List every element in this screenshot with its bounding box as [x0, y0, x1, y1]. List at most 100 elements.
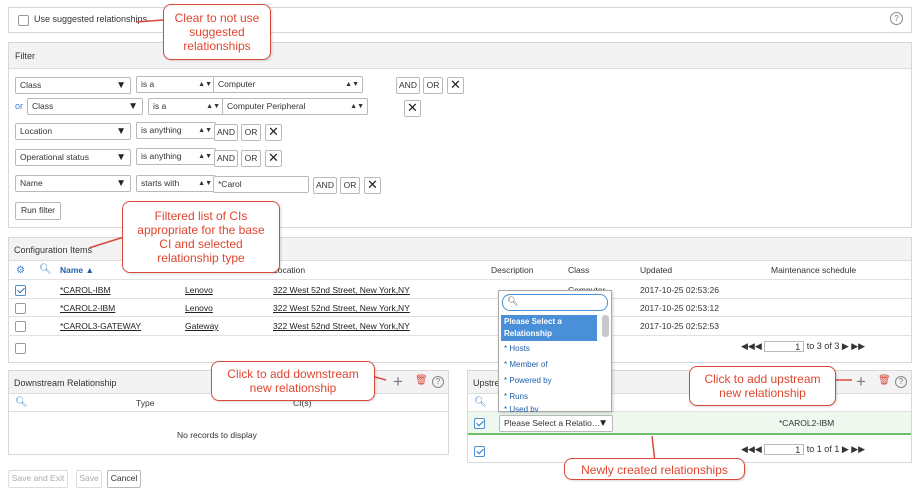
ci-row1-name[interactable]: *CAROL-IBM: [60, 285, 111, 295]
pager-text: to 1 of 1: [806, 444, 840, 454]
filter-row5-and-button[interactable]: AND: [313, 177, 337, 194]
field-text: Class: [20, 80, 42, 90]
divider: [9, 335, 911, 336]
upstream-relationship-select[interactable]: Please Select a Relatio… ▼: [499, 415, 613, 432]
filter-row1-operator[interactable]: is a ▲▼: [136, 76, 216, 93]
ci-row1-checkbox[interactable]: [15, 285, 26, 296]
select-text: Please Select a Relatio…: [504, 418, 601, 428]
downstream-title: Downstream Relationship: [14, 378, 117, 388]
filter-row4-and-button[interactable]: AND: [214, 150, 238, 167]
downstream-help-icon[interactable]: ?: [432, 376, 444, 388]
col-description[interactable]: Description: [491, 265, 534, 275]
gear-icon[interactable]: ⚙: [16, 265, 25, 276]
value-text: *Carol: [218, 179, 242, 189]
filter-row5-remove-icon[interactable]: ✕: [364, 177, 381, 194]
dropdown-search-input[interactable]: 🔍︎: [502, 294, 608, 311]
callout-clear-suggested: Clear to not use suggested relationships: [163, 4, 271, 60]
filter-row5-field[interactable]: Name ▼: [15, 175, 131, 192]
dropdown-item-runs[interactable]: * Runs: [501, 390, 597, 403]
ci-row2-updated: 2017-10-25 02:53:12: [640, 303, 719, 313]
ci-row3-updated: 2017-10-25 02:52:53: [640, 321, 719, 331]
ci-row3-manufacturer[interactable]: Gateway: [185, 321, 219, 331]
pager-first-prev-icon[interactable]: ◀◀◀: [741, 444, 762, 454]
dropdown-item-member-of[interactable]: * Member of: [501, 358, 597, 371]
filter-row3-remove-icon[interactable]: ✕: [265, 124, 282, 141]
ci-row3-checkbox[interactable]: [15, 321, 26, 332]
search-icon[interactable]: 🔍︎: [15, 397, 28, 408]
callout-add-downstream: Click to add downstream new relationship: [211, 361, 375, 401]
pager-page-input[interactable]: 1: [764, 444, 805, 456]
filter-row4-field[interactable]: Operational status ▼: [15, 149, 131, 166]
filter-row1-remove-icon[interactable]: ✕: [447, 77, 464, 94]
col-name[interactable]: Name ▲: [60, 265, 94, 275]
downstream-col-type[interactable]: Type: [136, 398, 154, 408]
filter-row1-field[interactable]: Class ▼: [15, 77, 131, 94]
dropdown-item-used-by[interactable]: * Used by: [501, 404, 597, 412]
filter-row2-field[interactable]: Class ▼: [27, 98, 143, 115]
filter-row5-operator[interactable]: starts with ▲▼: [136, 175, 216, 192]
filter-row5-or-button[interactable]: OR: [340, 177, 360, 194]
ci-row3-location[interactable]: 322 West 52nd Street, New York,NY: [273, 321, 410, 331]
ci-row1-location[interactable]: 322 West 52nd Street, New York,NY: [273, 285, 410, 295]
filter-row3-operator[interactable]: is anything ▲▼: [136, 122, 216, 139]
delete-downstream-trash-icon[interactable]: 🗑︎: [415, 375, 428, 386]
ci-row1-updated: 2017-10-25 02:53:26: [640, 285, 719, 295]
col-class[interactable]: Class: [568, 265, 589, 275]
col-updated[interactable]: Updated: [640, 265, 672, 275]
dropdown-item-hosts[interactable]: * Hosts: [501, 342, 597, 355]
filter-row4-or-button[interactable]: OR: [241, 150, 261, 167]
filter-row3-field[interactable]: Location ▼: [15, 123, 131, 140]
upstream-row-checkbox[interactable]: [474, 418, 485, 429]
dropdown-item-powered-by[interactable]: * Powered by: [501, 374, 597, 387]
add-upstream-plus-icon[interactable]: +: [856, 372, 866, 392]
relationship-dropdown[interactable]: 🔍︎ Please Select a Relationship * Hosts …: [498, 290, 612, 412]
dropdown-item-placeholder[interactable]: Please Select a Relationship: [501, 315, 597, 341]
filter-row2-operator[interactable]: is a ▲▼: [148, 98, 224, 115]
filter-row4-operator[interactable]: is anything ▲▼: [136, 148, 216, 165]
chevron-down-icon: ▼: [116, 152, 126, 163]
field-text: Class: [32, 101, 54, 111]
ci-row2-name[interactable]: *CAROL2-IBM: [60, 303, 115, 313]
search-icon[interactable]: 🔍︎: [39, 264, 52, 275]
delete-upstream-trash-icon[interactable]: 🗑︎: [878, 375, 891, 386]
filter-row5-value-input[interactable]: *Carol: [213, 176, 309, 193]
spinner-icon: ▲▼: [198, 153, 212, 160]
col-maintenance[interactable]: Maintenance schedule: [771, 265, 856, 275]
help-icon[interactable]: ?: [890, 12, 903, 25]
spinner-icon: ▲▼: [345, 81, 359, 88]
save-and-exit-button[interactable]: Save and Exit: [8, 470, 68, 488]
pager-next-last-icon[interactable]: ▶ ▶▶: [842, 341, 865, 351]
upstream-pager: ◀◀◀ 1 to 1 of 1 ▶ ▶▶: [741, 444, 865, 456]
downstream-empty-message: No records to display: [177, 430, 257, 440]
filter-row4-remove-icon[interactable]: ✕: [265, 150, 282, 167]
field-text: Location: [20, 126, 53, 136]
save-button[interactable]: Save: [76, 470, 102, 488]
dropdown-scrollbar[interactable]: [602, 315, 609, 337]
pager-page-input[interactable]: 1: [764, 341, 805, 353]
filter-row2-value[interactable]: Computer Peripheral ▲▼: [222, 98, 368, 115]
cancel-button[interactable]: Cancel: [107, 470, 141, 488]
upstream-help-icon[interactable]: ?: [895, 376, 907, 388]
use-suggested-checkbox[interactable]: [18, 15, 29, 26]
pager-next-last-icon[interactable]: ▶ ▶▶: [842, 444, 865, 454]
filter-row1-or-button[interactable]: OR: [423, 77, 443, 94]
ci-row2-checkbox[interactable]: [15, 303, 26, 314]
pager-first-prev-icon[interactable]: ◀◀◀: [741, 341, 762, 351]
ci-select-all-checkbox[interactable]: [15, 343, 26, 354]
divider: [9, 279, 911, 280]
add-downstream-plus-icon[interactable]: +: [393, 372, 403, 392]
filter-row1-and-button[interactable]: AND: [396, 77, 420, 94]
chevron-down-icon: ▼: [598, 418, 608, 429]
filter-row3-or-button[interactable]: OR: [241, 124, 261, 141]
filter-row2-remove-icon[interactable]: ✕: [404, 100, 421, 117]
upstream-select-all-checkbox[interactable]: [474, 446, 485, 457]
filter-row3-and-button[interactable]: AND: [214, 124, 238, 141]
run-filter-button[interactable]: Run filter: [15, 202, 61, 220]
ci-row3-name[interactable]: *CAROL3-GATEWAY: [60, 321, 141, 331]
chevron-down-icon: ▼: [116, 80, 126, 91]
ci-row2-location[interactable]: 322 West 52nd Street, New York,NY: [273, 303, 410, 313]
search-icon[interactable]: 🔍︎: [474, 397, 487, 408]
ci-row1-manufacturer[interactable]: Lenovo: [185, 285, 213, 295]
filter-row1-value[interactable]: Computer ▲▼: [213, 76, 363, 93]
ci-row2-manufacturer[interactable]: Lenovo: [185, 303, 213, 313]
